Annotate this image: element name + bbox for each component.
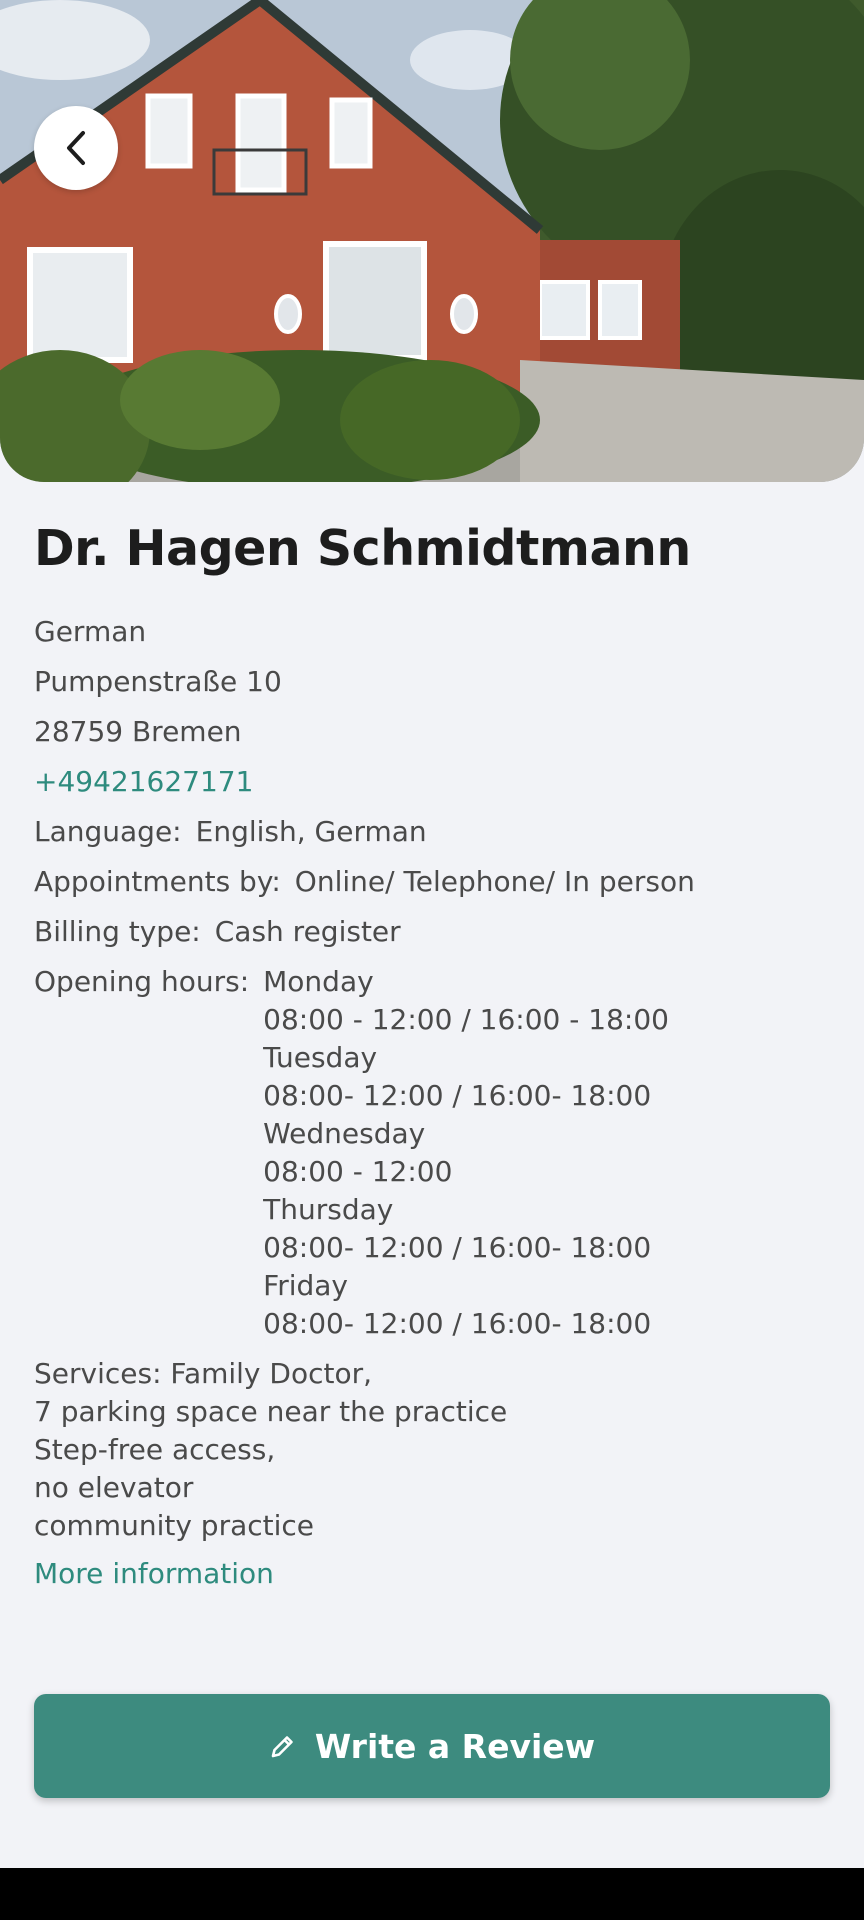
appointments-value: Online/ Telephone/ In person xyxy=(294,865,695,898)
language-value: English, German xyxy=(195,815,427,848)
hours-time: 08:00- 12:00 / 16:00- 18:00 xyxy=(263,1079,652,1112)
more-information-link[interactable]: More information xyxy=(34,1555,830,1593)
opening-hours-list: Monday 08:00 - 12:00 / 16:00 - 18:00 Tue… xyxy=(263,963,669,1343)
chevron-left-icon xyxy=(61,129,91,167)
appointments-row: Appointments by: Online/ Telephone/ In p… xyxy=(34,863,830,901)
hours-time: 08:00 - 12:00 xyxy=(263,1155,453,1188)
opening-hours-row: Opening hours: Monday 08:00 - 12:00 / 16… xyxy=(34,963,830,1343)
system-navigation-bar xyxy=(0,1868,864,1920)
practice-photo xyxy=(0,0,864,482)
hours-day: Tuesday xyxy=(263,1041,378,1074)
doctor-name: Dr. Hagen Schmidtmann xyxy=(34,520,691,577)
appointments-label: Appointments by: xyxy=(34,865,281,898)
doctor-details: Dr. Hagen Schmidtmann German Pumpenstraß… xyxy=(34,520,830,1593)
city-address: 28759 Bremen xyxy=(34,715,242,748)
opening-hours-label: Opening hours: xyxy=(34,965,250,998)
hours-time: 08:00- 12:00 / 16:00- 18:00 xyxy=(263,1307,652,1340)
hours-time: 08:00 - 12:00 / 16:00 - 18:00 xyxy=(263,1003,669,1036)
hours-day: Monday xyxy=(263,965,374,998)
hours-day: Thursday xyxy=(263,1193,394,1226)
back-button[interactable] xyxy=(34,106,118,190)
language-label: Language: xyxy=(34,815,182,848)
billing-label: Billing type: xyxy=(34,915,201,948)
service-line: Services: Family Doctor, xyxy=(34,1357,373,1390)
phone-link[interactable]: +49421627171 xyxy=(34,763,830,801)
language-row: Language: English, German xyxy=(34,813,830,851)
service-line: Step-free access, xyxy=(34,1433,276,1466)
services-list: Services: Family Doctor, 7 parking space… xyxy=(34,1355,830,1545)
billing-row: Billing type: Cash register xyxy=(34,913,830,951)
billing-value: Cash register xyxy=(214,915,401,948)
service-line: community practice xyxy=(34,1509,315,1542)
write-review-label: Write a Review xyxy=(314,1726,596,1766)
write-review-button[interactable]: Write a Review xyxy=(34,1694,830,1798)
street-address: Pumpenstraße 10 xyxy=(34,665,282,698)
hours-time: 08:00- 12:00 / 16:00- 18:00 xyxy=(263,1231,652,1264)
pencil-icon xyxy=(269,1732,297,1760)
hours-day: Friday xyxy=(263,1269,349,1302)
service-line: no elevator xyxy=(34,1471,194,1504)
specialty: German xyxy=(34,615,147,648)
hours-day: Wednesday xyxy=(263,1117,426,1150)
service-line: 7 parking space near the practice xyxy=(34,1395,508,1428)
